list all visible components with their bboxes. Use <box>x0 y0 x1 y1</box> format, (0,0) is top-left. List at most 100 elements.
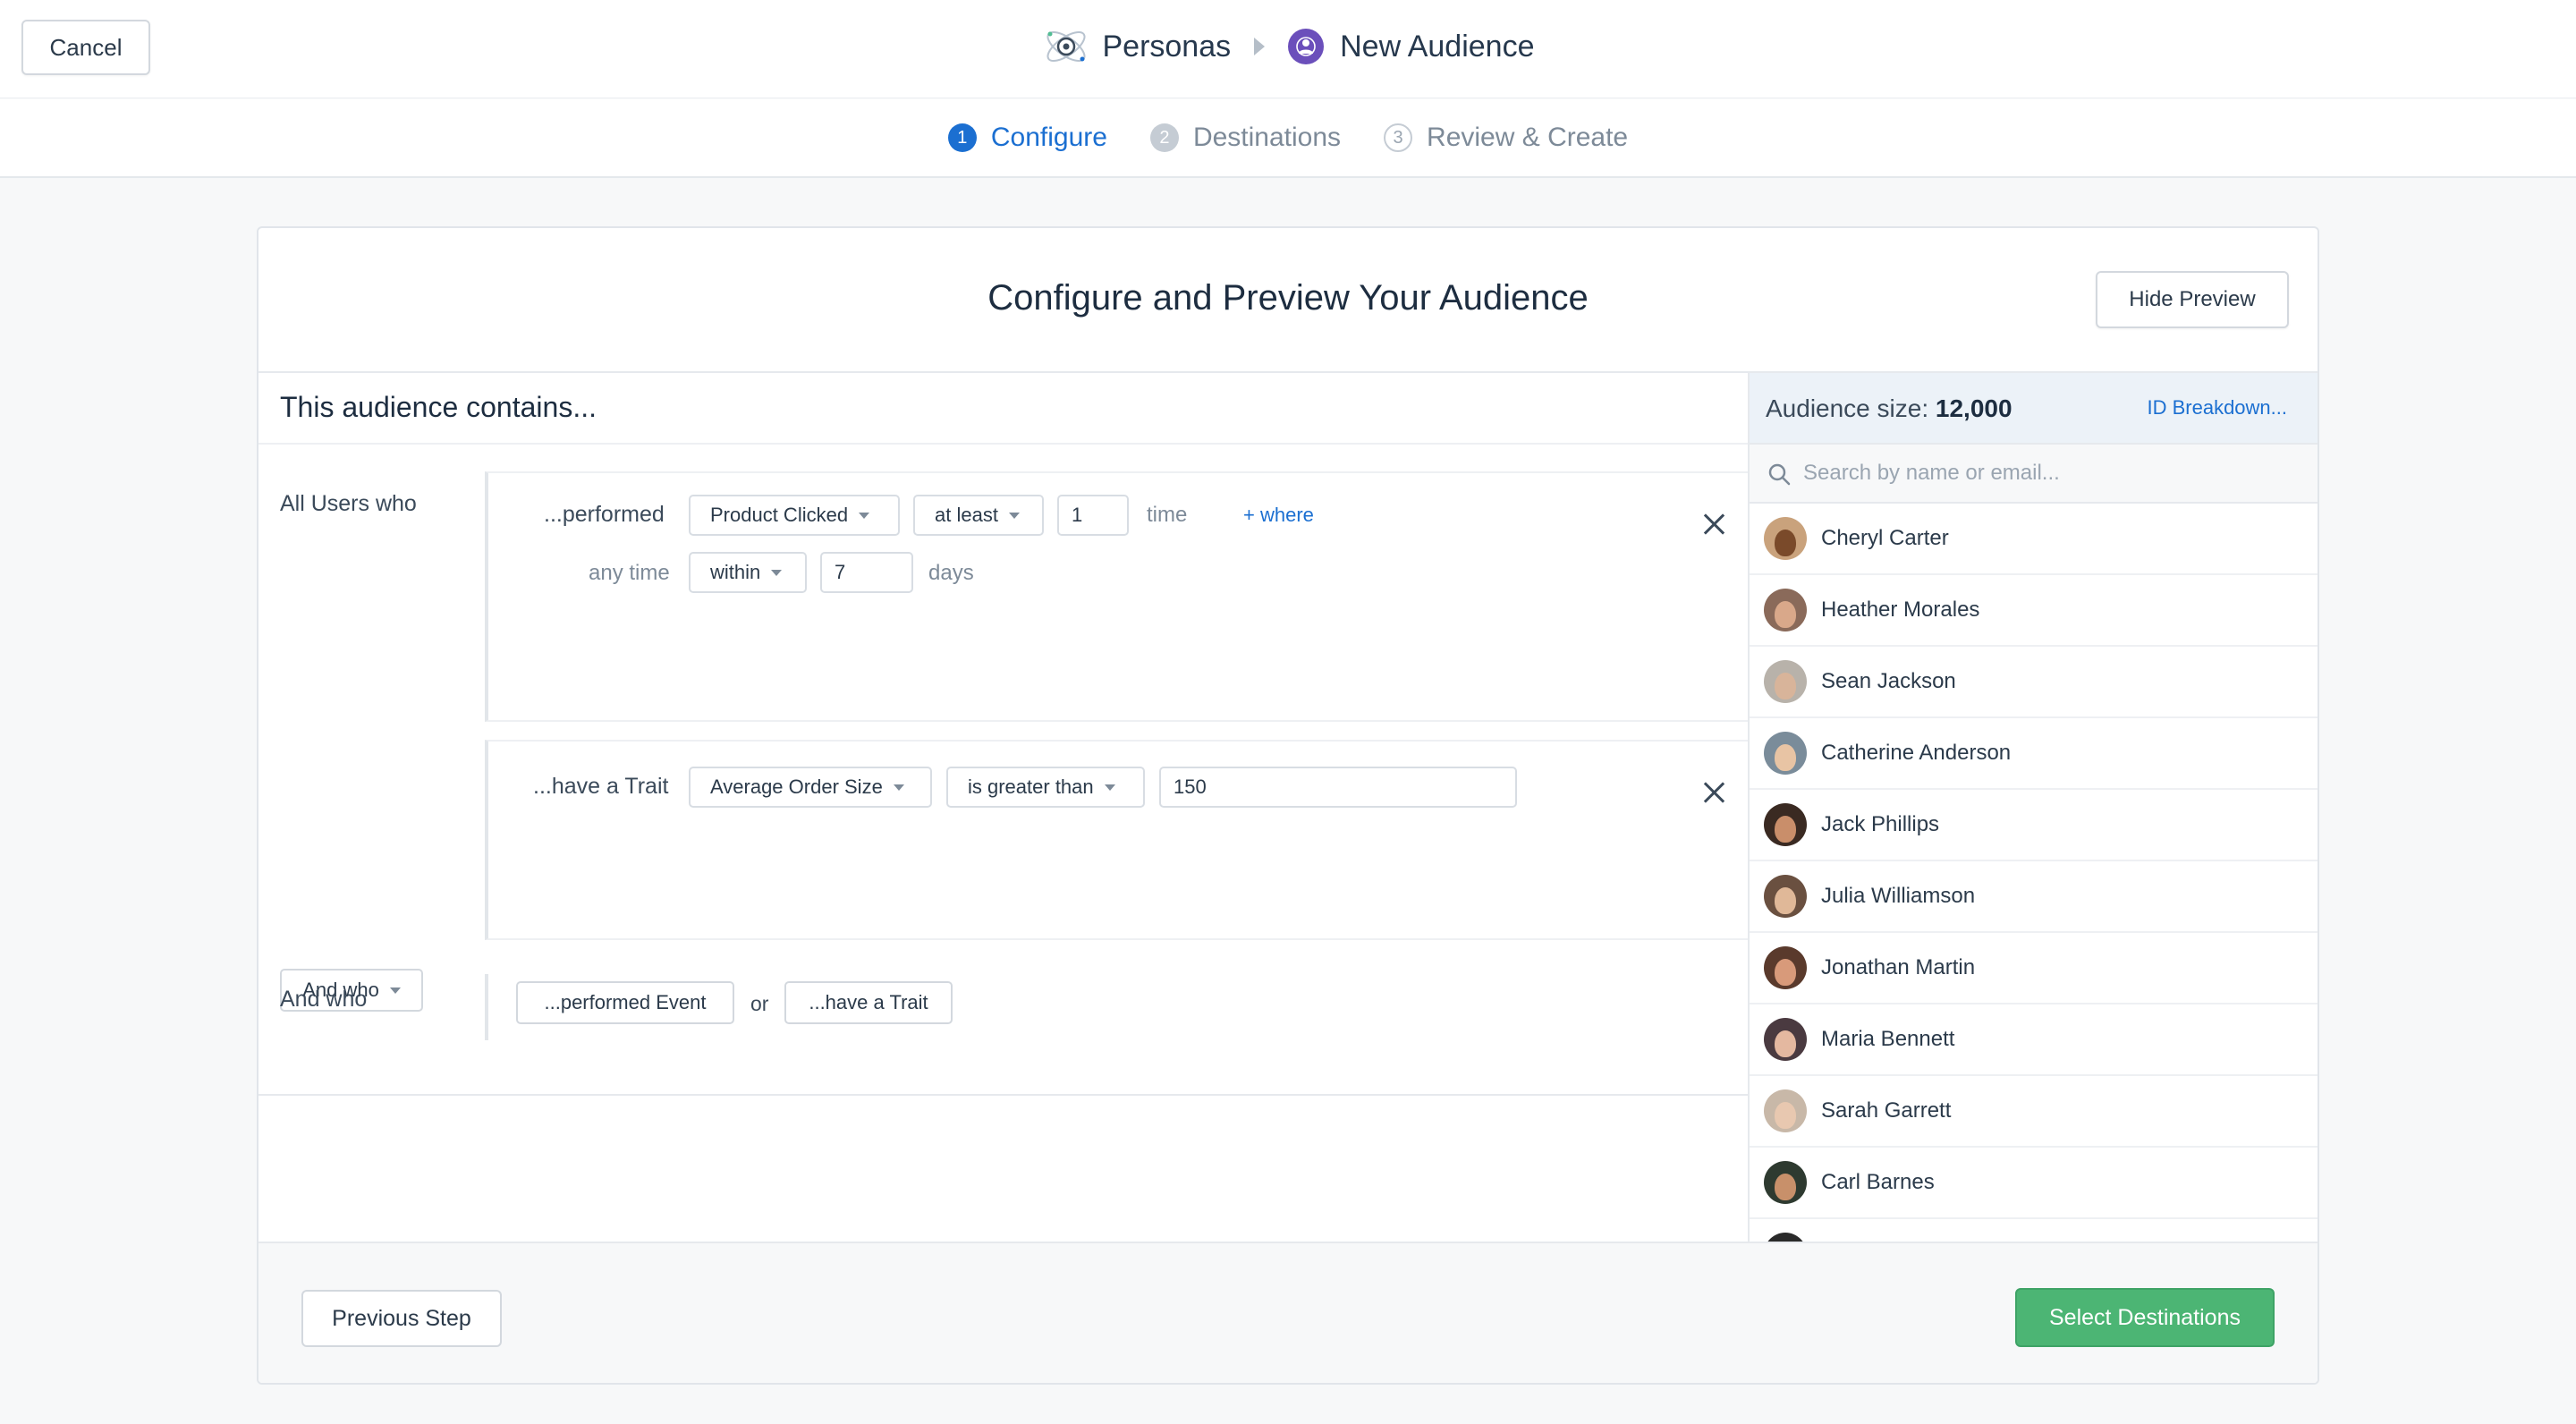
remove-condition-close-icon[interactable] <box>1703 781 1726 804</box>
trait-select-value: Average Order Size <box>710 776 883 798</box>
avatar <box>1764 589 1807 631</box>
preview-search[interactable]: Search by name or email... <box>1750 445 2318 504</box>
operator-select[interactable]: is greater than <box>946 767 1145 808</box>
page-title: New Audience <box>1340 29 1535 64</box>
person-row[interactable]: Carl Barnes <box>1750 1148 2318 1219</box>
card-footer: Previous Step Select Destinations <box>258 1242 2318 1383</box>
person-row[interactable]: Maria Bennett <box>1750 1004 2318 1076</box>
steps-nav: 1 Configure 2 Destinations 3 Review & Cr… <box>0 99 2576 178</box>
add-performed-event-button[interactable]: ...performed Event <box>516 981 734 1024</box>
time-text: any time <box>589 561 670 585</box>
breadcrumb: Personas New Audience <box>0 18 2576 75</box>
step-configure[interactable]: 1 Configure <box>947 123 1107 153</box>
count-input[interactable]: 1 <box>1057 495 1129 536</box>
audience-builder: This audience contains... All Users who … <box>258 373 1748 1383</box>
person-name: Jack Phillips <box>1821 812 1940 836</box>
preview-header: Audience size: 12,000 ID Breakdown... <box>1750 373 2318 445</box>
row-divider <box>485 974 488 1040</box>
select-destinations-button[interactable]: Select Destinations <box>2015 1288 2275 1347</box>
avatar <box>1764 803 1807 846</box>
person-row[interactable]: Sarah Garrett <box>1750 1076 2318 1148</box>
audience-size-label: Audience size: <box>1766 394 1929 422</box>
trait-select[interactable]: Average Order Size <box>689 767 932 808</box>
person-name: Cheryl Carter <box>1821 526 1949 550</box>
card-header: Configure and Preview Your Audience Hide… <box>258 228 2318 373</box>
person-name: Maria Bennett <box>1821 1027 1955 1051</box>
chevron-down-icon <box>771 569 783 576</box>
person-name: Sarah Garrett <box>1821 1098 1952 1123</box>
person-name: Catherine Anderson <box>1821 741 2012 765</box>
hide-preview-button[interactable]: Hide Preview <box>2096 271 2289 328</box>
person-name: Carl Barnes <box>1821 1170 1935 1194</box>
trait-text: ...have a Trait <box>533 774 669 799</box>
row-label-all-users: All Users who <box>280 491 417 516</box>
chevron-down-icon <box>893 784 904 791</box>
event-select[interactable]: Product Clicked <box>689 495 900 536</box>
person-row[interactable]: Julia Williamson <box>1750 861 2318 933</box>
avatar-face <box>1775 1174 1796 1200</box>
avatar <box>1764 1018 1807 1061</box>
frequency-select-value: at least <box>935 504 998 526</box>
chevron-down-icon <box>1104 784 1115 791</box>
chevron-down-icon <box>1008 512 1020 519</box>
audience-preview: Audience size: 12,000 ID Breakdown... Se… <box>1748 373 2318 1383</box>
card-title: Configure and Preview Your Audience <box>987 278 1589 318</box>
contains-title: This audience contains... <box>280 391 597 423</box>
days-unit: days <box>928 561 974 585</box>
avatar-face <box>1775 959 1796 986</box>
step-number: 3 <box>1384 123 1413 152</box>
avatar <box>1764 1161 1807 1204</box>
person-row[interactable]: Catherine Anderson <box>1750 718 2318 790</box>
operator-select-value: is greater than <box>968 776 1094 798</box>
breadcrumb-personas[interactable]: Personas <box>1102 30 1231 64</box>
person-row[interactable]: Heather Morales <box>1750 575 2318 647</box>
contains-header: This audience contains... <box>258 373 1748 445</box>
step-destinations[interactable]: 2 Destinations <box>1149 123 1341 153</box>
avatar-face <box>1775 1030 1796 1057</box>
avatar-face <box>1775 530 1796 556</box>
step-number: 2 <box>1149 123 1179 152</box>
personas-logo-icon <box>1047 30 1086 63</box>
person-row[interactable]: Sean Jackson <box>1750 647 2318 718</box>
search-icon <box>1768 463 1791 486</box>
avatar-face <box>1775 1102 1796 1129</box>
builder-divider <box>258 1094 1748 1096</box>
person-row[interactable]: Cheryl Carter <box>1750 504 2318 575</box>
avatar-face <box>1775 887 1796 914</box>
audience-card: Configure and Preview Your Audience Hide… <box>257 226 2319 1385</box>
id-breakdown-link[interactable]: ID Breakdown... <box>2147 396 2287 420</box>
avatar <box>1764 732 1807 775</box>
person-name: Heather Morales <box>1821 598 1980 622</box>
person-name: Julia Williamson <box>1821 884 1976 908</box>
avatar <box>1764 660 1807 703</box>
step-number: 1 <box>947 123 977 152</box>
chevron-down-icon <box>389 987 401 994</box>
people-list: Cheryl Carter Heather Morales Sean Jackson… <box>1750 504 2318 1291</box>
remove-condition-close-icon[interactable] <box>1703 513 1726 536</box>
add-trait-button[interactable]: ...have a Trait <box>784 981 953 1024</box>
days-input[interactable]: 7 <box>820 552 913 593</box>
row-label-and-who: And who <box>280 987 368 1012</box>
avatar <box>1764 1089 1807 1132</box>
person-row[interactable]: Jack Phillips <box>1750 790 2318 861</box>
person-name: Jonathan Martin <box>1821 955 1976 979</box>
previous-step-button[interactable]: Previous Step <box>301 1290 502 1347</box>
performed-text: ...performed <box>544 502 665 527</box>
window-select[interactable]: within <box>689 552 807 593</box>
step-review-create[interactable]: 3 Review & Create <box>1384 123 1628 153</box>
top-header: Cancel Personas New Audience <box>0 0 2576 98</box>
audience-size: Audience size: 12,000 <box>1766 394 2012 423</box>
search-input[interactable]: Search by name or email... <box>1803 461 2060 486</box>
step-label: Review & Create <box>1427 123 1629 152</box>
person-row[interactable]: Jonathan Martin <box>1750 933 2318 1004</box>
window-select-value: within <box>710 561 761 583</box>
trait-value-input[interactable]: 150 <box>1159 767 1517 808</box>
avatar-face <box>1775 744 1796 771</box>
add-where-link[interactable]: + where <box>1243 504 1314 527</box>
avatar <box>1764 517 1807 560</box>
or-text: or <box>750 992 769 1015</box>
frequency-select[interactable]: at least <box>913 495 1044 536</box>
chevron-down-icon <box>859 512 870 519</box>
audience-icon <box>1288 29 1325 64</box>
event-select-value: Product Clicked <box>710 504 849 526</box>
